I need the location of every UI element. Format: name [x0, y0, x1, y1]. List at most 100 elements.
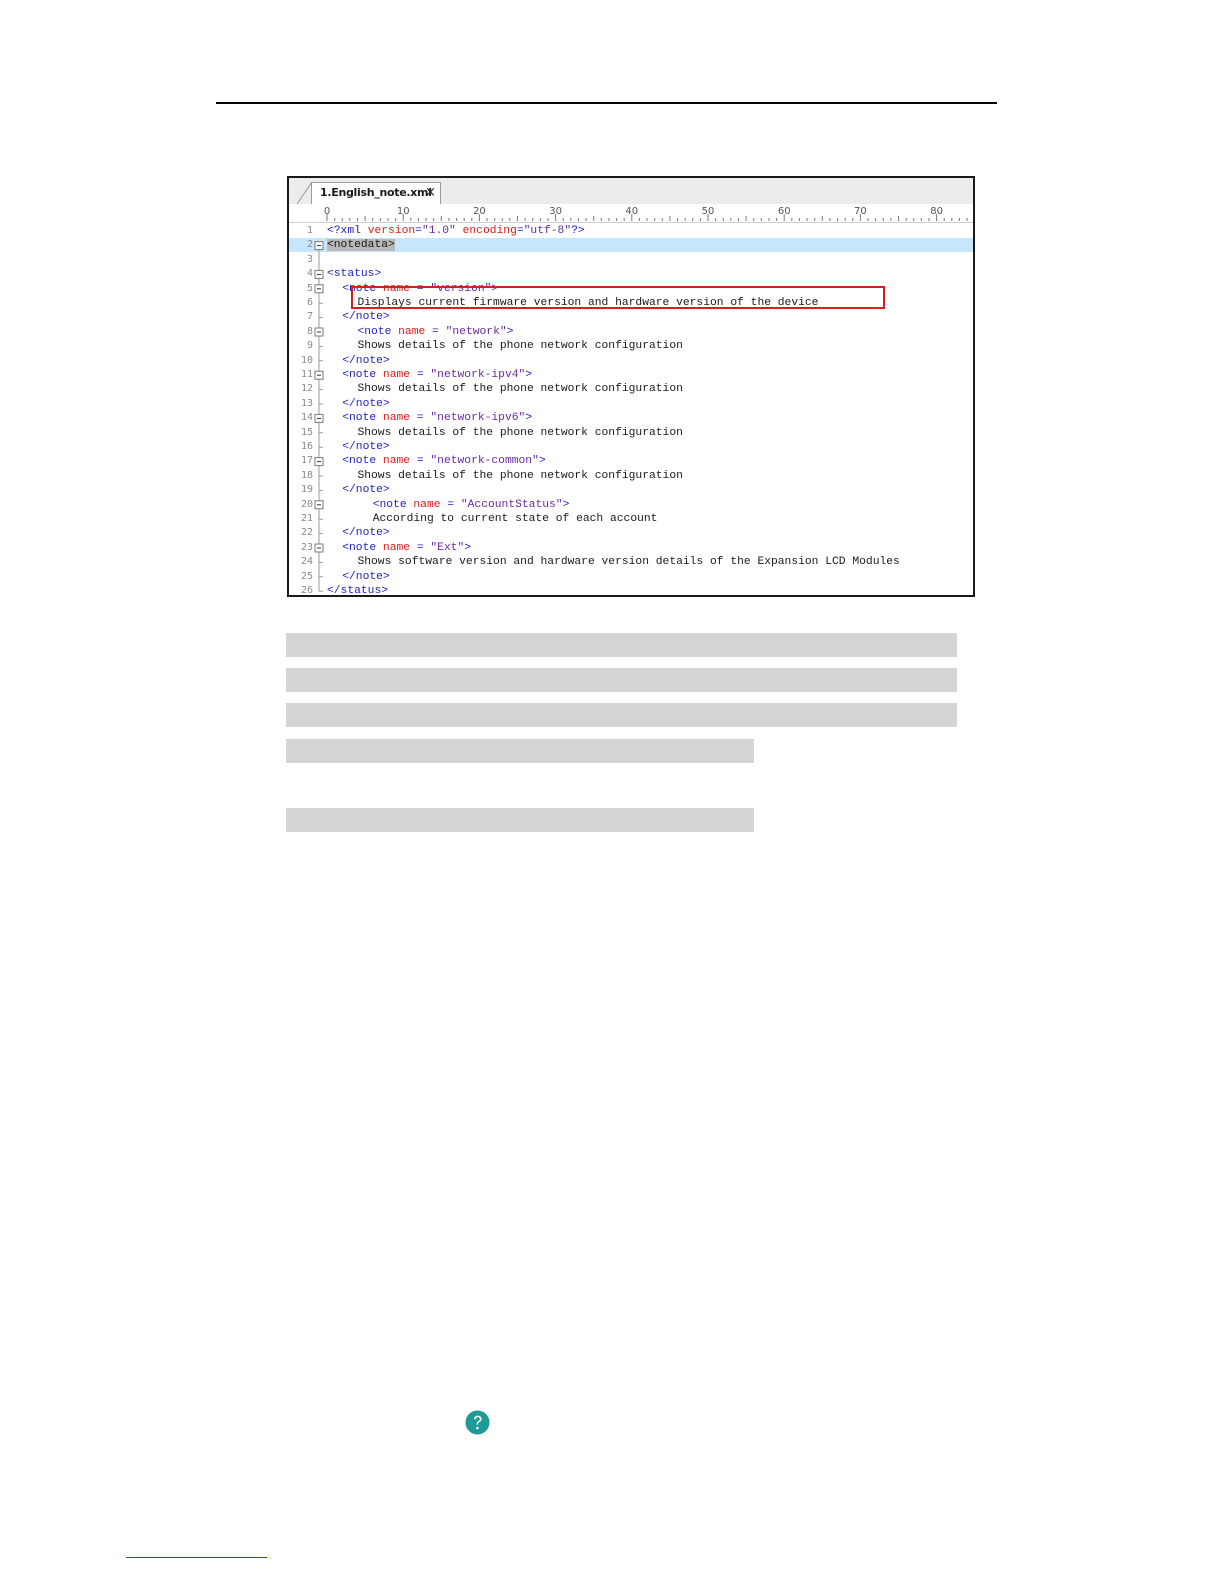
code-line[interactable]: According to current state of each accou… — [373, 512, 658, 526]
ruler-label: 70 — [854, 206, 867, 217]
code-token-val: "AccountStatus" — [460, 498, 563, 511]
ruler-label: 40 — [625, 206, 638, 217]
code-token-pi: = — [415, 225, 422, 237]
line-number: 5 — [306, 282, 313, 294]
code-token-pi — [456, 225, 463, 237]
code-token-tag: <status> — [327, 268, 382, 281]
ruler-label: 10 — [397, 206, 410, 217]
code-token-attr: name — [382, 369, 411, 381]
code-line[interactable]: Shows software version and hardware vers… — [357, 555, 899, 569]
code-line[interactable]: <note name = "AccountStatus"> — [373, 498, 570, 512]
code-token-attr: name — [398, 325, 426, 338]
line-number: 8 — [306, 325, 313, 337]
code-token-tag: > — [562, 498, 570, 511]
line-number: 21 — [300, 513, 313, 524]
code-area[interactable]: <?xml version="1.0" encoding="utf-8"?> <n… — [327, 222, 973, 595]
code-line[interactable]: <note name = "network-common"> — [342, 454, 545, 468]
code-token-tag: </note> — [342, 354, 390, 367]
editor-tab-bar: 1.English_note.xml × — [289, 178, 973, 205]
code-token-attr: name — [382, 412, 411, 425]
code-token-attr: name — [382, 455, 411, 468]
line-number: 18 — [300, 469, 313, 481]
line-number: 17 — [300, 455, 313, 467]
footer-link-underline[interactable] — [126, 1557, 267, 1558]
code-line[interactable]: </note> — [342, 397, 389, 411]
line-number: 13 — [300, 397, 313, 409]
line-number: 2 — [306, 239, 313, 251]
line-number: 14 — [300, 412, 313, 424]
redacted-text-line — [286, 633, 957, 657]
code-token-attr: version — [367, 225, 416, 237]
code-line[interactable]: <note name = "network-ipv6"> — [342, 411, 532, 425]
code-line[interactable]: <?xml version="1.0" encoding="utf-8"?> — [327, 224, 585, 238]
code-token-val: "network-ipv6" — [430, 412, 526, 425]
code-token-tag: </note> — [342, 441, 390, 453]
code-line[interactable]: Shows details of the phone network confi… — [357, 382, 682, 396]
code-token-val: "network-common" — [430, 455, 539, 468]
code-token-tag: <note — [342, 369, 383, 381]
line-number: 7 — [306, 311, 313, 323]
line-number: 23 — [300, 541, 313, 553]
line-number: 26 — [300, 585, 313, 596]
question-circle-icon[interactable] — [465, 1410, 490, 1435]
code-line[interactable]: Shows details of the phone network confi… — [357, 426, 682, 440]
code-line[interactable]: </note> — [342, 310, 389, 324]
line-number: 24 — [300, 556, 313, 568]
code-line[interactable]: Shows details of the phone network confi… — [357, 469, 682, 483]
line-number: 19 — [300, 484, 313, 496]
line-number: 22 — [300, 527, 313, 539]
ruler-label: 80 — [930, 206, 943, 217]
redacted-text-line — [286, 668, 957, 692]
code-token-tag: </note> — [342, 311, 390, 324]
code-token-val: "network-ipv4" — [430, 369, 526, 381]
code-line[interactable]: </note> — [342, 570, 389, 584]
code-token-tag: <note — [342, 541, 383, 554]
close-icon[interactable]: × — [425, 185, 436, 200]
code-token-val: "utf-8" — [523, 225, 572, 237]
code-token-tag: = — [410, 455, 431, 468]
line-number: 10 — [300, 354, 313, 366]
code-line[interactable]: </note> — [342, 354, 389, 368]
code-token-tag: <note — [342, 412, 383, 425]
code-token-tag: > — [538, 455, 546, 468]
code-token-tag: = — [410, 541, 431, 554]
line-number: 20 — [300, 498, 313, 510]
code-token-tag: </note> — [342, 484, 390, 497]
code-token-tag: <note — [342, 455, 383, 468]
code-token-tag: > — [506, 325, 514, 338]
ruler-ticks: 0 10 20 30 40 50 60 70 80 — [324, 206, 968, 221]
code-line[interactable]: <note name = "network-ipv4"> — [342, 368, 532, 382]
code-token-txt: Shows details of the phone network confi… — [357, 340, 683, 353]
code-line[interactable]: <note name = "Ext"> — [342, 541, 471, 555]
code-line[interactable]: <notedata> — [327, 238, 395, 252]
redacted-text-line — [286, 739, 754, 763]
line-number: 25 — [300, 570, 313, 582]
line-number: 4 — [306, 268, 313, 280]
code-token-val: "network" — [445, 325, 507, 338]
code-token-txt: Shows details of the phone network confi… — [357, 426, 683, 439]
code-line[interactable]: </note> — [342, 526, 389, 540]
code-line[interactable]: </status> — [327, 584, 388, 595]
code-line[interactable]: Shows details of the phone network confi… — [357, 339, 682, 353]
page-header-rule — [216, 102, 997, 104]
code-line[interactable]: <status> — [327, 267, 381, 281]
tab-english-note-xml[interactable]: 1.English_note.xml × — [311, 182, 441, 204]
code-token-attr: encoding — [462, 225, 517, 237]
code-token-txt: According to current state of each accou… — [372, 513, 658, 525]
ruler-label: 60 — [778, 206, 791, 217]
code-line[interactable]: </note> — [342, 483, 389, 497]
code-token-tag: = — [425, 325, 446, 338]
tab-title: 1.English_note.xml — [320, 186, 432, 199]
code-line[interactable]: <note name = "network"> — [357, 325, 513, 339]
code-token-tag: > — [464, 541, 472, 554]
code-token-txt: Shows details of the phone network confi… — [357, 469, 683, 482]
code-token-pi: <?xml — [327, 225, 368, 237]
code-token-val: "1.0" — [421, 225, 456, 237]
redacted-text-line — [286, 703, 957, 727]
line-number: 11 — [300, 369, 313, 380]
code-line[interactable]: </note> — [342, 440, 389, 454]
code-token-val: "Ext" — [430, 541, 465, 554]
line-number: 9 — [306, 340, 313, 352]
code-token-tag: <note — [372, 498, 414, 511]
redacted-text-line — [286, 808, 754, 832]
